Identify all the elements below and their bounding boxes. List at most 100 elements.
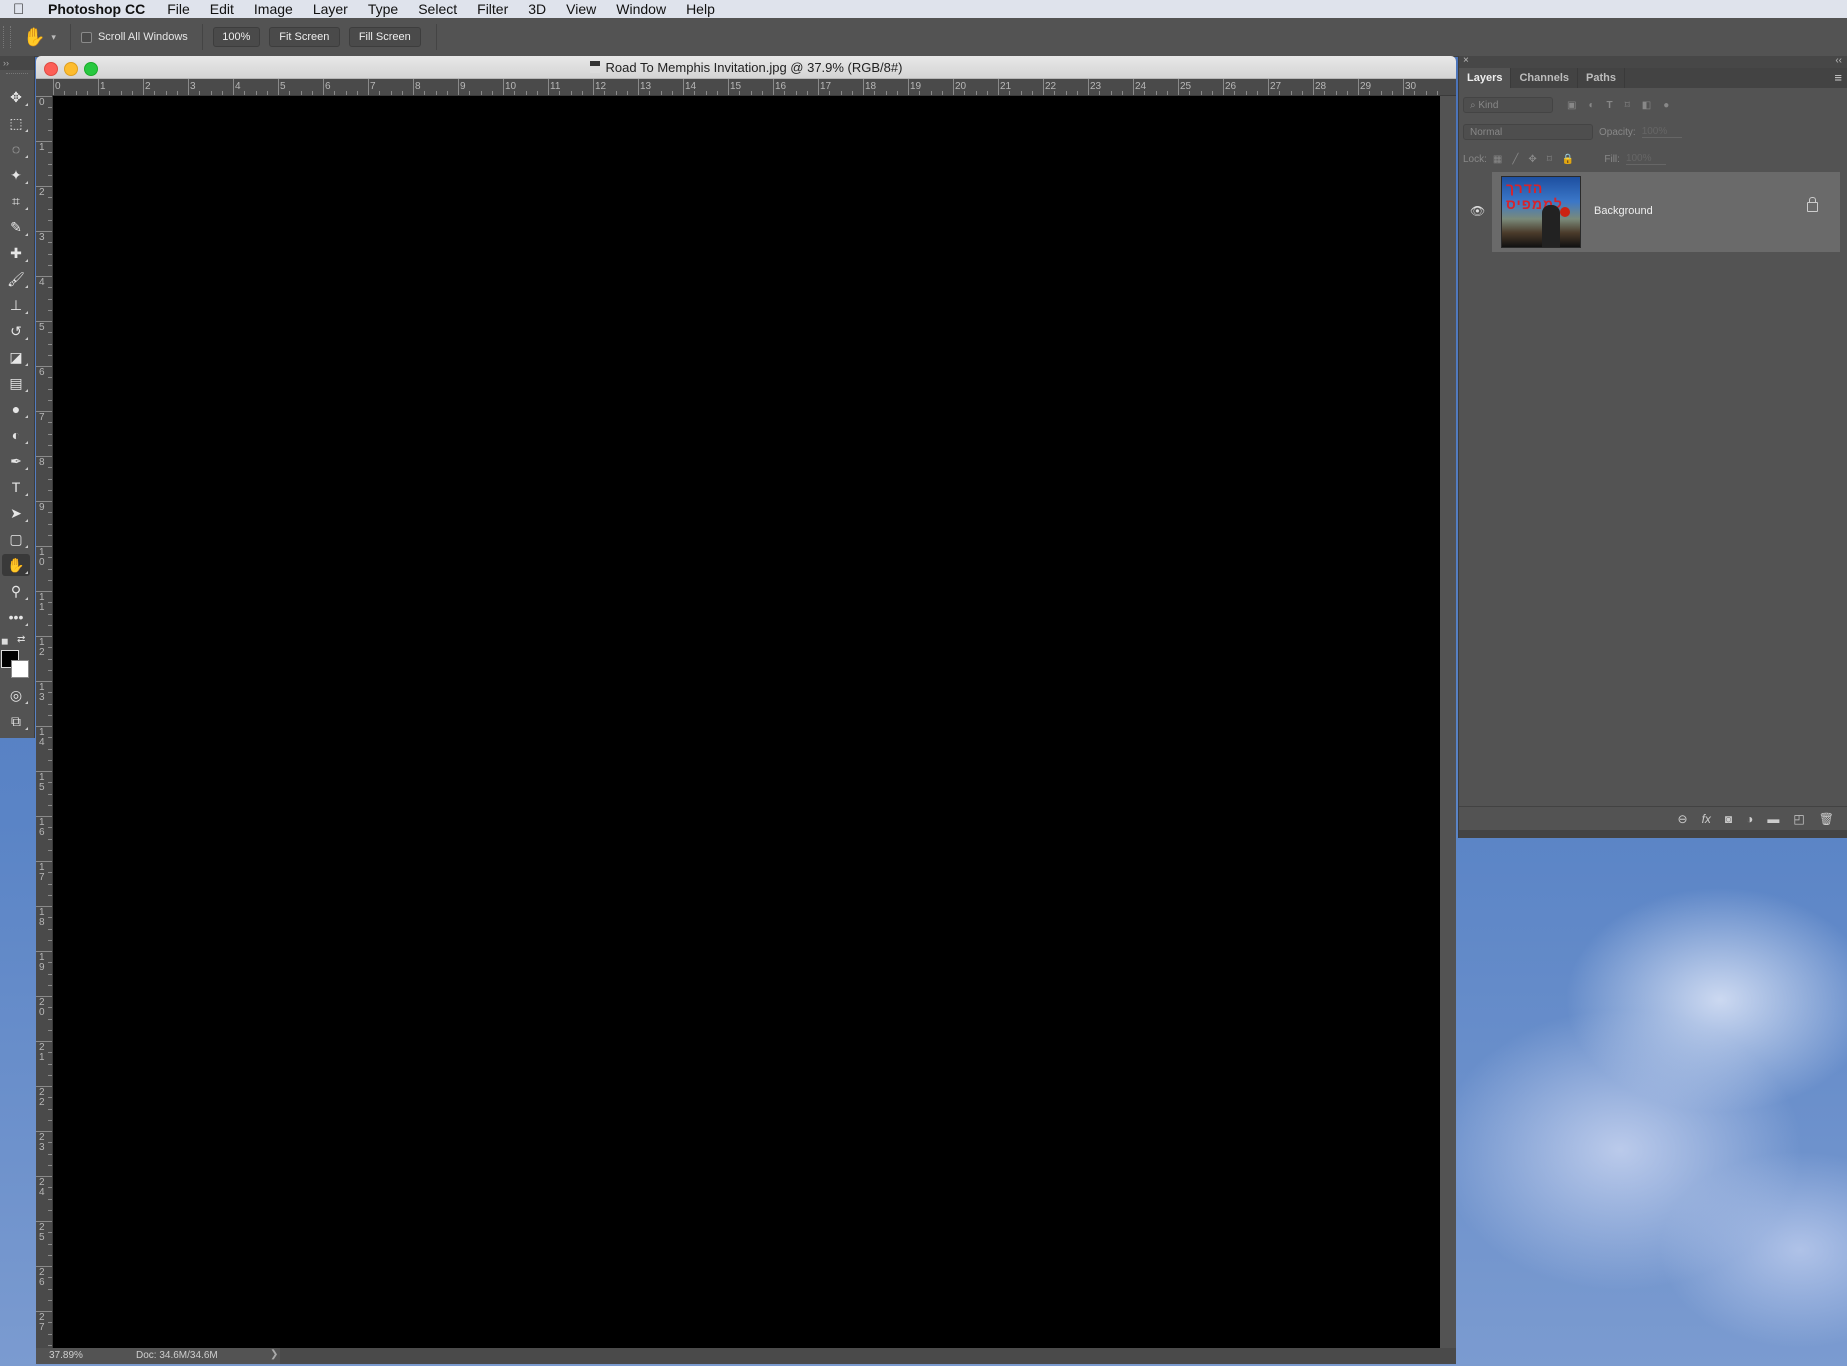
v-ruler-label: 25: [39, 1222, 45, 1243]
more-tools-icon[interactable]: •••: [2, 606, 30, 628]
vertical-ruler[interactable]: 0 1 2 3 4 5 6 7 8 9 10 11 12 13 14 15 16 17 18 19 20 21 22 23 24…: [36, 95, 53, 1348]
healing-brush-tool-icon[interactable]: ✚: [2, 242, 30, 264]
history-brush-tool-icon[interactable]: ↺: [2, 320, 30, 342]
opacity-input[interactable]: 100%: [1641, 126, 1682, 138]
eraser-tool-icon[interactable]: ◪: [2, 346, 30, 368]
filter-toggle-icon[interactable]: ●: [1663, 100, 1669, 111]
scroll-all-windows-label: Scroll All Windows: [97, 31, 188, 43]
hand-icon[interactable]: ✋: [23, 27, 45, 48]
adjustment-layer-icon[interactable]: ◑: [1746, 812, 1753, 826]
path-selection-tool-icon[interactable]: ➤: [2, 502, 30, 524]
blur-tool-icon[interactable]: ●: [2, 398, 30, 420]
document-title-bar[interactable]: Road To Memphis Invitation.jpg @ 37.9% (…: [36, 56, 1456, 79]
v-ruler-minor-tick: [48, 118, 52, 120]
menu-filter[interactable]: Filter: [477, 1, 508, 17]
brush-tool-icon[interactable]: 🖌: [2, 268, 30, 290]
panel-resize-grip[interactable]: [1459, 830, 1847, 838]
scroll-all-windows-checkbox[interactable]: Scroll All Windows: [80, 31, 188, 43]
filter-pixel-icon[interactable]: ▣: [1567, 100, 1576, 111]
menu-edit[interactable]: Edit: [210, 1, 234, 17]
eyedropper-tool-icon[interactable]: ✎: [2, 216, 30, 238]
opacity-label: Opacity:: [1599, 126, 1636, 138]
collapse-toolbar-icon[interactable]: ››: [0, 56, 34, 70]
tab-channels[interactable]: Channels: [1511, 68, 1578, 88]
ruler-origin[interactable]: [36, 79, 52, 95]
marquee-tool-icon[interactable]: ⬚: [2, 112, 30, 134]
hand-tool-icon[interactable]: ✋: [2, 554, 30, 576]
visibility-eye-icon[interactable]: 👁: [1470, 204, 1485, 218]
filter-kind-select[interactable]: ⌕ Kind: [1463, 97, 1553, 113]
filter-smart-object-icon[interactable]: ◧: [1642, 100, 1651, 111]
layer-name[interactable]: Background: [1594, 205, 1653, 217]
magic-wand-tool-icon[interactable]: ✦: [2, 164, 30, 186]
v-ruler-minor-tick: [48, 1153, 52, 1155]
zoom-tool-icon[interactable]: ⚲: [2, 580, 30, 602]
toolbar-grip[interactable]: [6, 73, 28, 82]
tool-preset-chevron-icon[interactable]: ▾: [51, 32, 56, 43]
options-bar-grip[interactable]: [3, 26, 11, 48]
v-ruler-minor-tick: [48, 658, 52, 660]
horizontal-scrollbar[interactable]: [280, 1348, 1456, 1364]
filter-kind-value: Kind: [1478, 99, 1499, 111]
lock-transparent-icon[interactable]: ▦: [1493, 154, 1502, 165]
fill-screen-button[interactable]: Fill Screen: [348, 27, 421, 47]
crop-tool-icon[interactable]: ⌗: [2, 190, 30, 212]
menu-app-name[interactable]: Photoshop CC: [48, 1, 145, 17]
swap-colors-icon[interactable]: ⇄: [17, 634, 25, 645]
collapse-panel-icon[interactable]: ‹‹: [1835, 55, 1842, 66]
apple-icon[interactable]: : [13, 1, 35, 18]
fill-input[interactable]: 100%: [1625, 153, 1666, 165]
filter-type-icon[interactable]: T: [1607, 100, 1613, 111]
lock-all-icon[interactable]: 🔒: [1562, 154, 1574, 165]
h-ruler-minor-tick: [446, 91, 448, 95]
add-mask-icon[interactable]: ◙: [1725, 812, 1732, 826]
filter-shape-icon[interactable]: ⌑: [1625, 100, 1630, 111]
menu-3d[interactable]: 3D: [528, 1, 546, 17]
menu-type[interactable]: Type: [368, 1, 398, 17]
horizontal-ruler[interactable]: 0 1 2 3 4 5 6 7 8 9 10 11 12 13 14 15 16 17 18 19 20 21 22 23 24…: [52, 79, 1456, 96]
default-colors-icon[interactable]: ◼: [1, 636, 8, 647]
fit-screen-button[interactable]: Fit Screen: [268, 27, 340, 47]
zoom-100-button[interactable]: 100%: [212, 27, 260, 47]
layer-row[interactable]: 👁 הדרך לממפיס Background: [1470, 172, 1840, 252]
screen-mode-icon[interactable]: ⧉: [2, 710, 30, 732]
lasso-tool-icon[interactable]: ◌: [2, 138, 30, 160]
lock-artboard-icon[interactable]: ⌑: [1547, 154, 1552, 165]
clone-stamp-tool-icon[interactable]: ⊥: [2, 294, 30, 316]
trash-icon[interactable]: 🗑: [1819, 812, 1834, 826]
layer-lock-icon[interactable]: [1807, 197, 1818, 212]
menu-select[interactable]: Select: [418, 1, 457, 17]
checkbox-box[interactable]: [80, 31, 92, 43]
image-canvas[interactable]: [53, 96, 1440, 1348]
new-group-icon[interactable]: ▬: [1767, 812, 1779, 826]
v-ruler-minor-tick: [48, 298, 52, 300]
tab-layers[interactable]: Layers: [1459, 68, 1512, 88]
menu-image[interactable]: Image: [254, 1, 293, 17]
dodge-tool-icon[interactable]: ◐: [2, 424, 30, 446]
type-tool-icon[interactable]: T: [2, 476, 30, 498]
lock-pixels-icon[interactable]: ╱: [1512, 154, 1518, 165]
pen-tool-icon[interactable]: ✒: [2, 450, 30, 472]
v-ruler-tick: [36, 546, 52, 547]
blend-mode-select[interactable]: Normal: [1463, 124, 1593, 140]
close-panel-icon[interactable]: ×: [1463, 55, 1469, 66]
fx-icon[interactable]: fx: [1702, 812, 1711, 826]
filter-adjustment-icon[interactable]: ◐: [1588, 100, 1594, 111]
panel-menu-icon[interactable]: ≡: [1834, 68, 1842, 88]
menu-file[interactable]: File: [167, 1, 190, 17]
menu-help[interactable]: Help: [686, 1, 715, 17]
menu-layer[interactable]: Layer: [313, 1, 348, 17]
new-layer-icon[interactable]: ◰: [1793, 812, 1804, 826]
quick-mask-icon[interactable]: ◎: [2, 684, 30, 706]
move-tool-icon[interactable]: ✥: [2, 86, 30, 108]
gradient-tool-icon[interactable]: ▤: [2, 372, 30, 394]
background-color-swatch[interactable]: [11, 660, 29, 678]
tab-paths[interactable]: Paths: [1578, 68, 1625, 88]
rectangle-tool-icon[interactable]: ▢: [2, 528, 30, 550]
status-menu-arrow-icon[interactable]: ❯: [270, 1349, 278, 1360]
status-zoom[interactable]: 37.89%: [49, 1350, 83, 1361]
menu-view[interactable]: View: [566, 1, 596, 17]
link-layers-icon[interactable]: ⊖: [1678, 812, 1688, 826]
lock-position-icon[interactable]: ✥: [1528, 154, 1536, 165]
menu-window[interactable]: Window: [616, 1, 666, 17]
